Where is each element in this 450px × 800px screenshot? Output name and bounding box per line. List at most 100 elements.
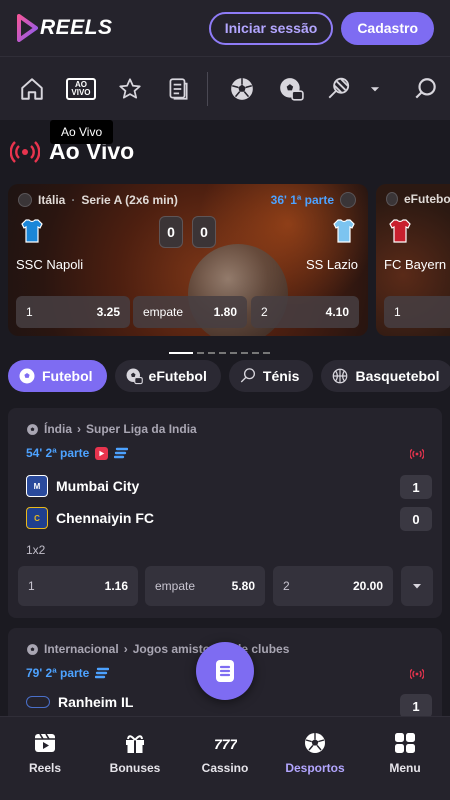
away-score: 0 — [192, 216, 216, 248]
home-score: 1 — [400, 475, 432, 499]
match-league: Serie A (2x6 min) — [81, 193, 178, 207]
home-team-name: FC Bayern — [384, 257, 447, 272]
tab-futebol[interactable]: Futebol — [8, 360, 107, 392]
odd-label: 1 — [26, 305, 33, 319]
betslip-icon[interactable] — [154, 69, 203, 109]
stats-icon — [95, 667, 110, 679]
betslip-floating-button[interactable] — [196, 642, 254, 700]
carousel-pagination — [169, 352, 270, 354]
football-icon — [305, 733, 325, 753]
featured-match-card[interactable]: eFutebol FC Bayern 1 — [376, 184, 450, 336]
ao-vivo-badge-line2: VIVO — [71, 87, 91, 97]
betslip-icon — [216, 660, 234, 682]
odd-draw-button[interactable]: empate 5.80 — [145, 566, 265, 606]
favorite-toggle-icon[interactable] — [340, 192, 356, 208]
home-icon[interactable] — [8, 69, 57, 109]
odd-home-button[interactable]: 1 — [384, 296, 450, 328]
search-icon[interactable] — [401, 69, 450, 109]
tennis-icon[interactable] — [315, 69, 364, 109]
featured-match-card[interactable]: Itália · Serie A (2x6 min) 36' 1ª parte … — [8, 184, 368, 336]
team-name: Chennaiyin FC — [56, 510, 155, 526]
match-card[interactable]: Índia › Super Liga da India 54' 2ª parte… — [8, 408, 442, 618]
odd-away-button[interactable]: 2 4.10 — [251, 296, 359, 328]
home-shirt-icon — [389, 219, 411, 243]
carousel-dot[interactable] — [169, 352, 193, 354]
odd-label: 2 — [283, 579, 290, 593]
odd-draw-button[interactable]: empate 1.80 — [133, 296, 247, 328]
match-country: Índia — [44, 422, 73, 436]
carousel-dot[interactable] — [219, 352, 226, 354]
live-broadcast-icon — [10, 140, 40, 163]
match-country: Internacional — [44, 642, 119, 656]
chevron-down-icon[interactable] — [363, 69, 387, 109]
top-header: REELS Iniciar sessão Cadastro — [0, 0, 450, 56]
svg-text:777: 777 — [214, 736, 237, 752]
efootball-icon — [126, 368, 143, 385]
carousel-dot[interactable] — [197, 352, 204, 354]
tab-efutebol[interactable]: eFutebol — [114, 360, 221, 392]
odd-home-button[interactable]: 1 3.25 — [16, 296, 130, 328]
odd-value: 5.80 — [231, 579, 255, 593]
logo-mark-icon — [17, 14, 38, 42]
star-icon[interactable] — [105, 69, 154, 109]
odd-label: empate — [155, 579, 196, 593]
bottom-nav-cassino[interactable]: 777 Cassino — [180, 717, 270, 800]
ao-vivo-icon[interactable]: AO VIVO — [57, 69, 106, 109]
football-icon — [27, 423, 38, 435]
team-name: Ranheim IL — [58, 694, 134, 710]
carousel-dot[interactable] — [208, 352, 215, 354]
away-shirt-icon — [333, 219, 355, 243]
odd-away-button[interactable]: 2 20.00 — [273, 566, 393, 606]
football-icon — [386, 192, 398, 206]
tennis-icon — [240, 368, 255, 383]
bottom-nav-label: Bonuses — [109, 761, 161, 775]
team-crest-icon: M — [26, 475, 48, 497]
sports-icon-nav: AO VIVO — [0, 56, 450, 120]
odd-value: 3.25 — [96, 305, 120, 319]
tab-label: Futebol — [42, 368, 93, 384]
carousel-dot[interactable] — [241, 352, 248, 354]
sport-tabs: Futebol eFutebol Ténis Basquetebol — [8, 360, 450, 392]
register-button[interactable]: Cadastro — [341, 11, 434, 45]
bottom-nav-label: Desportos — [285, 761, 345, 775]
home-team-name: SSC Napoli — [16, 257, 84, 272]
casino-icon: 777 — [214, 736, 237, 752]
nav-divider — [206, 71, 208, 106]
menu-grid-icon — [395, 733, 415, 753]
match-time-row: 79' 2ª parte — [26, 666, 110, 680]
bottom-nav-reels[interactable]: Reels — [0, 717, 90, 800]
home-score: 0 — [159, 216, 183, 248]
logo-text: REELS — [40, 16, 113, 39]
home-score: 1 — [400, 694, 432, 718]
football-icon — [27, 643, 38, 655]
tab-tenis[interactable]: Ténis — [228, 360, 314, 392]
tab-label: Basquetebol — [355, 368, 440, 384]
odd-home-button[interactable]: 1 1.16 — [18, 566, 138, 606]
match-league-row: Índia › Super Liga da India — [26, 422, 197, 436]
market-label: 1x2 — [26, 543, 46, 557]
match-country: eFutebol — [404, 192, 450, 206]
football-tv-icon[interactable] — [266, 69, 315, 109]
reels-logo[interactable]: REELS — [16, 14, 113, 42]
bottom-nav-bonuses[interactable]: Bonuses — [90, 717, 180, 800]
odd-label: 2 — [261, 305, 268, 319]
carousel-dot[interactable] — [263, 352, 270, 354]
away-score: 0 — [400, 507, 432, 531]
odd-value: 4.10 — [325, 305, 349, 319]
football-icon[interactable] — [218, 69, 267, 109]
stats-icon — [114, 447, 129, 459]
match-league-row: Internacional › Jogos amistosos de clube… — [26, 642, 289, 656]
bottom-nav-desportos[interactable]: Desportos — [270, 717, 360, 800]
carousel-dot[interactable] — [230, 352, 237, 354]
team-name: Mumbai City — [56, 478, 140, 494]
home-shirt-icon — [21, 219, 43, 243]
away-team: C Chennaiyin FC — [26, 507, 154, 529]
more-markets-button[interactable] — [401, 566, 433, 606]
login-button[interactable]: Iniciar sessão — [208, 11, 334, 45]
football-icon — [18, 193, 32, 207]
carousel-dot[interactable] — [252, 352, 259, 354]
bottom-nav-menu[interactable]: Menu — [360, 717, 450, 800]
tab-label: eFutebol — [148, 368, 207, 384]
tab-basquetebol[interactable]: Basquetebol — [321, 360, 450, 392]
football-icon — [19, 368, 35, 384]
